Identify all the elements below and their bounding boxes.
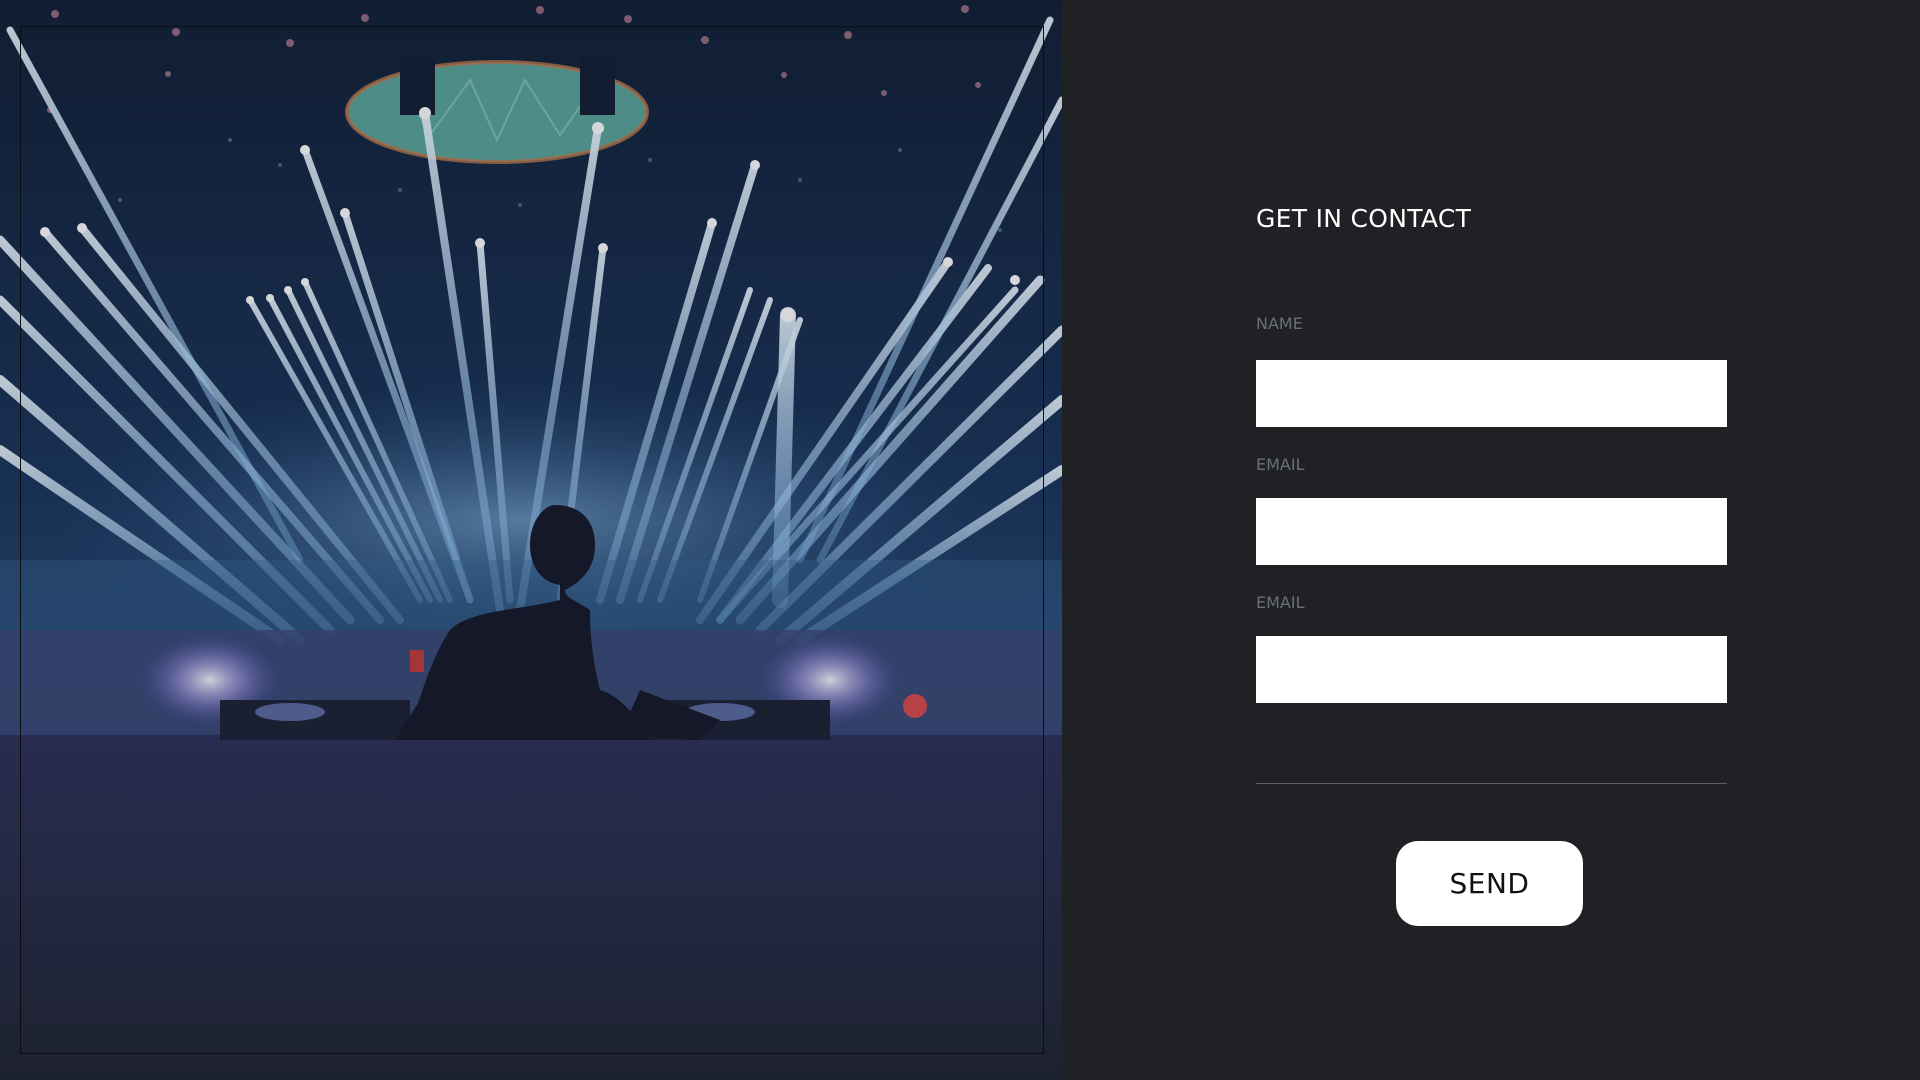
- dj-concert-photo: [0, 0, 1062, 1080]
- form-title: GET IN CONTACT: [1256, 204, 1472, 233]
- email-field-2[interactable]: [1256, 636, 1727, 703]
- contact-form: GET IN CONTACT NAME EMAIL EMAIL SEND: [1062, 0, 1920, 1080]
- email-field[interactable]: [1256, 498, 1727, 565]
- email-label: EMAIL: [1256, 455, 1305, 474]
- contact-page: GET IN CONTACT NAME EMAIL EMAIL SEND: [0, 0, 1920, 1080]
- hero-photo: [0, 0, 1062, 1080]
- email-label-2: EMAIL: [1256, 593, 1305, 612]
- name-field[interactable]: [1256, 360, 1727, 427]
- form-divider: [1256, 783, 1727, 784]
- send-button[interactable]: SEND: [1396, 841, 1583, 926]
- name-label: NAME: [1256, 314, 1303, 333]
